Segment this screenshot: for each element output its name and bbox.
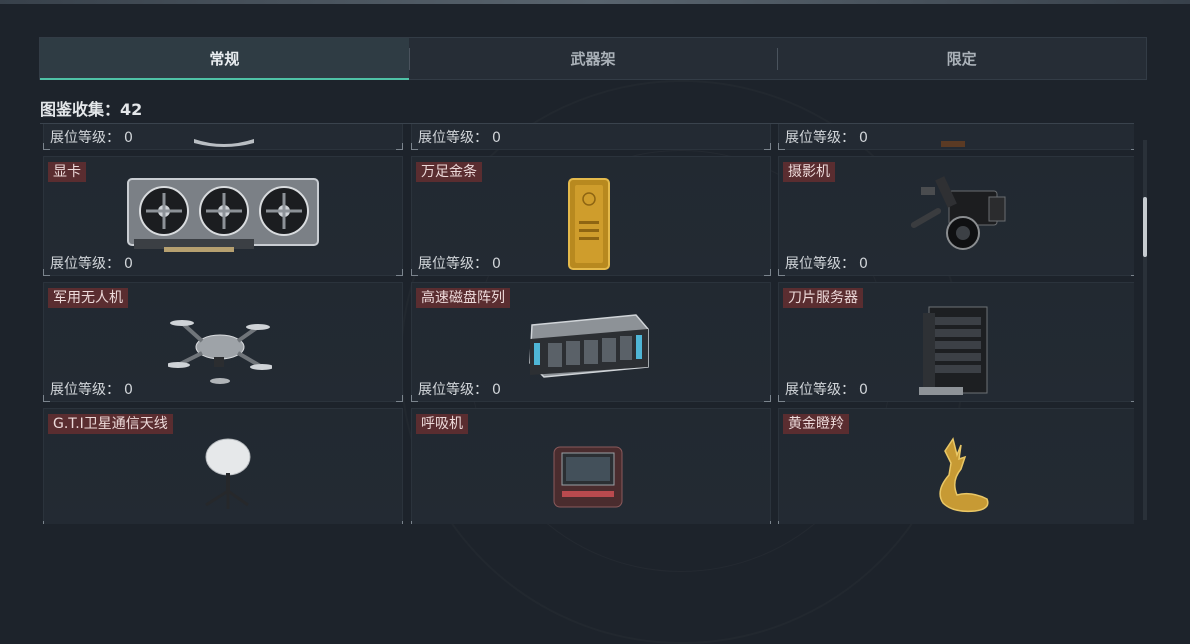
display-slot[interactable]: 展位等级： 0 (411, 124, 771, 150)
graphics-card-icon (127, 178, 319, 252)
display-slot-golden-gazelle[interactable]: 黄金瞪羚 (778, 408, 1134, 524)
booth-level-value: 0 (859, 130, 868, 146)
item-name: 军用无人机 (48, 288, 128, 308)
booth-level: 展位等级： 0 (50, 253, 133, 273)
booth-level: 展位等级： 0 (418, 379, 501, 399)
display-slot-blade-server[interactable]: 刀片服务器 展位等级： 0 (778, 282, 1134, 402)
booth-level: 展位等级： 0 (418, 253, 501, 273)
item-name: 万足金条 (416, 162, 482, 182)
booth-level-value: 0 (859, 256, 868, 272)
camera-icon (910, 176, 1006, 250)
display-slot-ventilator[interactable]: 呼吸机 (411, 408, 771, 524)
booth-level: 展位等级： 0 (50, 379, 133, 399)
collection-label: 图鉴收集： (40, 100, 121, 119)
collection-number: 42 (120, 100, 143, 119)
item-name: 呼吸机 (416, 414, 468, 434)
booth-level-value: 0 (124, 256, 133, 272)
booth-level-label: 展位等级： (785, 130, 855, 146)
booth-level-label: 展位等级： (50, 382, 120, 398)
booth-level: 展位等级： 0 (785, 127, 868, 147)
booth-level-label: 展位等级： (418, 256, 488, 272)
top-edge-bar (0, 0, 1190, 4)
item-name: 黄金瞪羚 (783, 414, 849, 434)
booth-level: 展位等级： 0 (785, 253, 868, 273)
display-slot[interactable]: 展位等级： 0 (43, 124, 403, 150)
display-slot-drone[interactable]: 军用无人机 展位等级： 0 (43, 282, 403, 402)
item-name: G.T.I卫星通信天线 (48, 414, 173, 434)
booth-level: 展位等级： 0 (785, 379, 868, 399)
drone-icon (168, 320, 272, 384)
booth-level: 展位等级： 0 (50, 127, 133, 147)
satellite-dish-icon (205, 438, 251, 509)
tab-weapon-rack[interactable]: 武器架 (408, 38, 778, 79)
booth-level-value: 0 (492, 382, 501, 398)
tab-regular[interactable]: 常规 (40, 38, 409, 80)
collection-count: 图鉴收集：42 (40, 96, 142, 120)
tab-limited[interactable]: 限定 (777, 38, 1146, 79)
display-slot-satellite-antenna[interactable]: G.T.I卫星通信天线 (43, 408, 403, 524)
partial-item-icon (194, 139, 254, 147)
booth-level-value: 0 (859, 382, 868, 398)
display-slot[interactable]: 展位等级： 0 (778, 124, 1134, 150)
item-name: 摄影机 (783, 162, 835, 182)
golden-gazelle-icon (939, 437, 989, 513)
display-slot-camera[interactable]: 摄影机 展位等级： 0 (778, 156, 1134, 276)
booth-level-label: 展位等级： (50, 130, 120, 146)
blade-server-icon (919, 306, 988, 395)
ventilator-icon (553, 446, 623, 508)
booth-level-label: 展位等级： (785, 382, 855, 398)
booth-level-label: 展位等级： (418, 130, 488, 146)
booth-level-label: 展位等级： (785, 256, 855, 272)
display-slot-disk-array[interactable]: 高速磁盘阵列 展位等级： 0 (411, 282, 771, 402)
gold-bar-icon (568, 178, 610, 270)
booth-level-value: 0 (124, 130, 133, 146)
item-name: 显卡 (48, 162, 86, 182)
booth-level-value: 0 (492, 130, 501, 146)
display-slot-gold-bar[interactable]: 万足金条 展位等级： 0 (411, 156, 771, 276)
booth-level: 展位等级： 0 (418, 127, 501, 147)
display-slot-graphics-card[interactable]: 显卡 展位等级： 0 (43, 156, 403, 276)
category-tabs: 常规 武器架 限定 (39, 37, 1147, 80)
partial-item-icon (941, 141, 965, 147)
item-name: 高速磁盘阵列 (416, 288, 510, 308)
booth-level-value: 0 (124, 382, 133, 398)
disk-array-icon (529, 314, 649, 378)
collection-grid: 展位等级： 0 展位等级： 0 展位等级： 0 显卡 展位等级： 0 万足金条 … (40, 124, 1134, 524)
booth-level-label: 展位等级： (418, 382, 488, 398)
scrollbar-thumb[interactable] (1143, 197, 1147, 257)
booth-level-value: 0 (492, 256, 501, 272)
item-name: 刀片服务器 (783, 288, 863, 308)
booth-level-label: 展位等级： (50, 256, 120, 272)
